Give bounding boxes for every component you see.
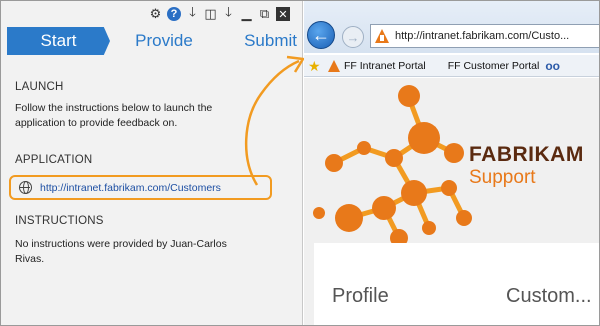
application-link-box[interactable]: http://intranet.fabrikam.com/Customers	[9, 175, 272, 200]
address-bar[interactable]: http://intranet.fabrikam.com/Custo...	[370, 24, 599, 48]
site-brand-name: FABRIKAM	[469, 143, 584, 166]
browser-navbar: ← → http://intranet.fabrikam.com/Custo..…	[304, 1, 599, 53]
launch-heading: LAUNCH	[15, 81, 64, 93]
address-url: http://intranet.fabrikam.com/Custo...	[395, 30, 570, 42]
back-arrow-icon[interactable]: ←	[307, 21, 335, 49]
tab-provide[interactable]: Provide	[119, 27, 209, 55]
site-favicon-icon	[375, 29, 389, 43]
instructions-heading: INSTRUCTIONS	[15, 215, 104, 227]
dropdown-arrow-icon[interactable]: 🡓	[220, 4, 237, 23]
favorite-label: FF Intranet Portal	[344, 59, 426, 72]
favorite-customer-portal[interactable]: FF Customer Portal	[431, 59, 540, 149]
favorite-intranet-portal[interactable]: FF Intranet Portal	[328, 59, 426, 72]
help-icon[interactable]: ?	[167, 7, 181, 21]
site-nav-customers[interactable]: Custom...	[506, 285, 592, 308]
site-nav-profile[interactable]: Profile	[332, 285, 389, 308]
window-toolbar: ⚙ ? 🡓 ◫ 🡓 ▁ ⧉ ✕	[147, 4, 290, 23]
browser-window: ← → http://intranet.fabrikam.com/Custo..…	[304, 1, 599, 325]
callout-arrow	[244, 55, 305, 186]
fabrikam-favicon-icon	[328, 59, 340, 72]
application-url-link[interactable]: http://intranet.fabrikam.com/Customers	[40, 182, 221, 194]
screenshot-frame: ⚙ ? 🡓 ◫ 🡓 ▁ ⧉ ✕ Start Provide Submit LAU…	[0, 0, 600, 326]
forward-arrow-icon[interactable]: →	[342, 26, 364, 48]
dropdown-arrow-icon[interactable]: 🡓	[184, 4, 201, 23]
favorite-label: FF Customer Portal	[447, 59, 540, 72]
favorites-star-icon[interactable]: ★	[308, 59, 322, 73]
minimize-icon[interactable]: ▁	[238, 6, 255, 23]
web-page: FABRIKAM Support Profile Custom...	[304, 78, 599, 325]
close-icon[interactable]: ✕	[276, 7, 290, 21]
restore-icon[interactable]: ⧉	[256, 6, 273, 23]
more-favorites-icon[interactable]: oo	[545, 59, 560, 73]
site-brand-subtitle: Support	[469, 167, 536, 188]
gear-icon[interactable]: ⚙	[147, 6, 164, 23]
tab-start[interactable]: Start	[7, 27, 110, 55]
site-nav-card: Profile Custom...	[314, 243, 599, 325]
panel-layout-icon[interactable]: ◫	[202, 6, 219, 23]
fabrikam-molecule-logo	[313, 85, 472, 247]
globe-icon	[19, 181, 32, 194]
launch-text: Follow the instructions below to launch …	[15, 102, 213, 129]
favorites-bar: ★ FF Intranet Portal FF Customer Portal …	[304, 55, 599, 149]
instructions-text: No instructions were provided by Juan-Ca…	[15, 238, 227, 265]
application-heading: APPLICATION	[15, 154, 93, 166]
